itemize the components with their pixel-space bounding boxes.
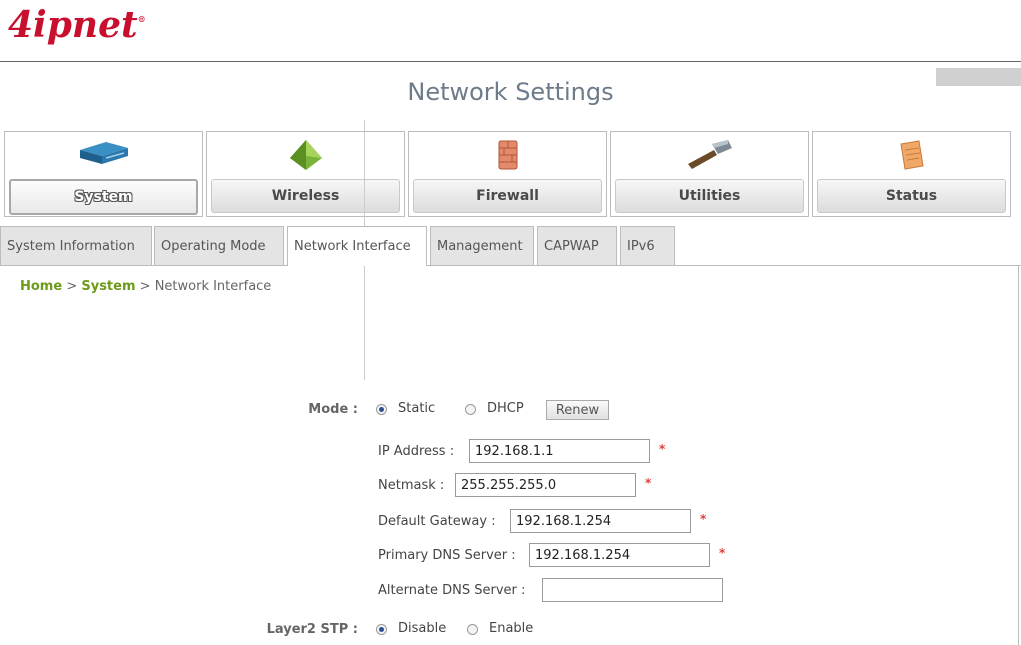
alternate-dns-input[interactable]: [542, 578, 723, 602]
stp-enable-radio[interactable]: [467, 624, 478, 635]
layer2-stp-label: Layer2 STP :: [266, 622, 358, 637]
mode-dhcp-radio[interactable]: [465, 404, 476, 415]
nav-tile-system[interactable]: System: [4, 131, 203, 217]
default-gateway-required-mark: *: [700, 512, 707, 526]
nav-tile-wireless[interactable]: Wireless: [206, 131, 405, 217]
nav-tile-utilities[interactable]: Utilities: [610, 131, 809, 217]
nav-system-button[interactable]: System: [9, 179, 198, 215]
hammer-icon: [684, 138, 736, 176]
brand-logo: 4ipnet®: [8, 4, 146, 46]
netmask-label: Netmask :: [378, 478, 445, 493]
ip-address-input[interactable]: [469, 439, 650, 463]
default-gateway-input[interactable]: [510, 509, 691, 533]
renew-button[interactable]: Renew: [546, 400, 609, 420]
nav-firewall-button[interactable]: Firewall: [413, 179, 602, 213]
tab-management[interactable]: Management: [430, 226, 534, 265]
tab-capwap[interactable]: CAPWAP: [537, 226, 617, 265]
nav-status-button[interactable]: Status: [817, 179, 1006, 213]
stp-disable-label: Disable: [398, 621, 447, 636]
antenna-icon: [286, 138, 326, 176]
page-title: Network Settings: [407, 78, 614, 106]
tab-operating-mode[interactable]: Operating Mode: [154, 226, 284, 265]
stp-enable-label: Enable: [489, 621, 534, 636]
mode-dhcp-label: DHCP: [487, 401, 524, 416]
tab-system-information[interactable]: System Information: [0, 226, 152, 265]
default-gateway-label: Default Gateway :: [378, 514, 496, 529]
nav-utilities-button[interactable]: Utilities: [615, 179, 804, 213]
alternate-dns-label: Alternate DNS Server :: [378, 583, 526, 598]
mode-static-radio[interactable]: [376, 404, 387, 415]
tab-ipv6[interactable]: IPv6: [620, 226, 675, 265]
main-nav: System Wireless Firewall Utilities Statu…: [4, 131, 1016, 219]
mode-static-label: Static: [398, 401, 436, 416]
ip-address-label: IP Address :: [378, 444, 455, 459]
netmask-input[interactable]: [455, 473, 636, 497]
brick-wall-icon: [493, 138, 523, 176]
breadcrumb-current: Network Interface: [154, 279, 272, 294]
switch-icon: [76, 138, 132, 172]
netmask-required-mark: *: [645, 476, 652, 490]
primary-dns-label: Primary DNS Server :: [378, 548, 516, 563]
header-divider: [0, 61, 1021, 62]
ip-address-required-mark: *: [659, 442, 666, 456]
notepad-icon: [895, 138, 929, 176]
breadcrumb-home[interactable]: Home: [20, 279, 62, 294]
tab-network-interface[interactable]: Network Interface: [287, 226, 427, 266]
breadcrumb-separator: >: [135, 279, 155, 294]
stp-disable-radio[interactable]: [376, 624, 387, 635]
mode-label: Mode :: [308, 402, 358, 417]
breadcrumb: Home > System > Network Interface: [20, 279, 271, 294]
nav-tile-status[interactable]: Status: [812, 131, 1011, 217]
sub-tab-bar: System Information Operating Mode Networ…: [0, 220, 1021, 266]
breadcrumb-separator: >: [62, 279, 82, 294]
primary-dns-input[interactable]: [529, 543, 710, 567]
breadcrumb-system[interactable]: System: [81, 279, 135, 294]
nav-tile-firewall[interactable]: Firewall: [408, 131, 607, 217]
nav-wireless-button[interactable]: Wireless: [211, 179, 400, 213]
primary-dns-required-mark: *: [719, 546, 726, 560]
